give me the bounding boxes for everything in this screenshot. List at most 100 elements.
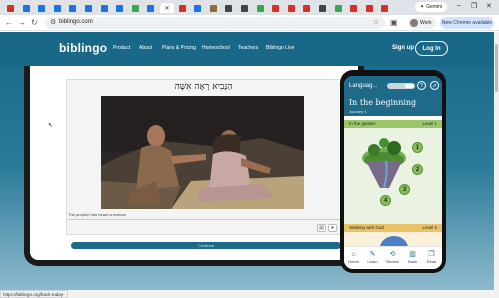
tab-favicon-icon xyxy=(381,4,389,12)
nav-review[interactable]: ⟲ Review xyxy=(383,250,402,264)
tab-favicon-icon xyxy=(22,4,30,12)
tab-favicon-icon xyxy=(178,4,186,12)
journey-title: In the beginning xyxy=(349,98,417,107)
image-caption: The prophet has heard a woman. xyxy=(68,212,127,217)
language-toggle[interactable] xyxy=(387,83,415,89)
unit-level: Level 2 xyxy=(422,225,437,230)
browser-tab[interactable] xyxy=(347,3,360,13)
tab-favicon-icon xyxy=(7,4,14,12)
browser-tab[interactable] xyxy=(191,3,204,13)
close-tab-icon[interactable]: ✕ xyxy=(164,5,169,12)
unit-header[interactable]: Walking with God Level 2 xyxy=(344,224,442,232)
browser-tab[interactable] xyxy=(4,3,17,13)
browser-tab[interactable] xyxy=(254,3,267,13)
tab-favicon-icon xyxy=(350,4,358,12)
gemini-button[interactable]: ✦ Gemini xyxy=(415,2,447,12)
browser-tab[interactable] xyxy=(269,3,282,13)
browser-tab[interactable] xyxy=(363,3,376,13)
tab-favicon-icon xyxy=(334,4,342,12)
tab-favicon-icon xyxy=(147,4,155,12)
tab-favicon-icon xyxy=(225,4,233,12)
restore-icon[interactable]: ❐ xyxy=(471,2,477,10)
continue-button[interactable]: Continue xyxy=(71,242,341,249)
nav-homeschool[interactable]: Homeschool xyxy=(202,45,230,51)
bookmark-star-icon[interactable]: ☆ xyxy=(373,18,379,26)
close-window-icon[interactable]: ✕ xyxy=(486,2,492,10)
audio-icon[interactable]: ▤ xyxy=(317,224,326,232)
nav-biblingo-live[interactable]: Biblingo Live xyxy=(266,45,294,51)
site-logo[interactable]: biblingo xyxy=(59,41,107,55)
status-bar-url: https://biblingo.org/back-today-lo xyxy=(0,290,68,298)
tab-favicon-icon xyxy=(38,4,46,12)
lesson-node-2[interactable]: 2 xyxy=(412,164,423,175)
gemini-icon: ✦ xyxy=(419,4,425,10)
back-icon[interactable]: ← xyxy=(5,18,13,28)
browser-tab[interactable] xyxy=(98,3,111,13)
browser-tab[interactable] xyxy=(285,3,298,13)
horizontal-scrollbar[interactable] xyxy=(0,290,494,298)
browser-tab[interactable] xyxy=(51,3,64,13)
share-icon[interactable]: ⇗ xyxy=(430,81,439,90)
nav-bank[interactable]: ▥ Bank xyxy=(403,250,422,264)
tab-favicon-icon xyxy=(272,4,280,12)
site-header: biblingo Product About Plans & Pricing H… xyxy=(0,32,494,66)
lesson-node-3[interactable]: 3 xyxy=(399,184,410,195)
nav-learn[interactable]: ✎ Learn xyxy=(363,250,382,264)
profile-button[interactable]: Work xyxy=(408,17,436,29)
bank-icon: ▥ xyxy=(409,251,416,258)
read-icon: ❐ xyxy=(428,251,435,258)
tab-favicon-icon xyxy=(287,4,295,12)
browser-tab[interactable] xyxy=(332,3,345,13)
lesson-node-1[interactable]: 1 xyxy=(412,142,423,153)
divider xyxy=(66,219,341,220)
send-icon[interactable]: ➤ xyxy=(328,224,337,232)
browser-tab[interactable] xyxy=(20,3,33,13)
nav-plans-pricing[interactable]: Plans & Pricing xyxy=(162,45,196,51)
address-bar[interactable]: ⚙ biblingo.com ☆ xyxy=(45,17,385,29)
new-chrome-available-button[interactable]: New Chrome available xyxy=(440,17,494,29)
browser-tab[interactable] xyxy=(207,3,220,13)
lesson-node-4[interactable]: 4 xyxy=(380,195,391,206)
nav-read[interactable]: ❐ Read xyxy=(422,250,441,264)
browser-tab[interactable] xyxy=(222,3,235,13)
site-info-icon[interactable]: ⚙ xyxy=(50,18,56,26)
nav-product[interactable]: Product xyxy=(113,45,130,51)
browser-tab[interactable] xyxy=(316,3,329,13)
tab-favicon-icon xyxy=(100,4,108,12)
sign-up-link[interactable]: Sign up xyxy=(392,45,414,51)
browser-tab[interactable] xyxy=(238,3,251,13)
forward-icon[interactable]: → xyxy=(18,18,26,28)
browser-tab[interactable] xyxy=(35,3,48,13)
unit-label: Walking with God xyxy=(349,225,384,230)
browser-tab[interactable] xyxy=(144,3,157,13)
vertical-scrollbar[interactable] xyxy=(494,32,499,298)
phone-screen: Languag... ? ⇗ In the beginning Journey … xyxy=(344,76,442,269)
help-icon[interactable]: ? xyxy=(417,81,426,90)
language-label: Languag... xyxy=(349,83,378,89)
learn-icon: ✎ xyxy=(369,251,376,258)
browser-tab[interactable] xyxy=(300,3,313,13)
phone-bottom-nav: ⌂ Home ✎ Learn ⟲ Review ▥ Bank ❐ Read xyxy=(344,246,442,269)
log-in-button[interactable]: Log In xyxy=(415,41,448,56)
browser-tab[interactable] xyxy=(129,3,142,13)
profile-label: Work xyxy=(420,20,432,26)
browser-tab[interactable] xyxy=(82,3,95,13)
unit-map xyxy=(344,232,442,260)
browser-tab[interactable]: ✕ xyxy=(160,3,174,13)
avatar xyxy=(410,19,418,27)
phone-header: Languag... ? ⇗ In the beginning Journey … xyxy=(344,76,442,116)
unit-map xyxy=(344,128,442,224)
unit-header[interactable]: In the garden Level 1 xyxy=(344,120,442,128)
browser-tab[interactable] xyxy=(176,3,189,13)
reload-icon[interactable]: ↻ xyxy=(31,18,38,28)
browser-tab[interactable] xyxy=(378,3,391,13)
url-text[interactable]: biblingo.com xyxy=(59,19,93,25)
minimize-icon[interactable]: – xyxy=(457,2,461,9)
tab-favicon-icon xyxy=(209,4,217,12)
browser-tab[interactable] xyxy=(113,3,126,13)
nav-about[interactable]: About xyxy=(139,45,152,51)
nav-teachers[interactable]: Teachers xyxy=(238,45,258,51)
nav-home[interactable]: ⌂ Home xyxy=(344,250,363,264)
side-panel-icon[interactable]: ▣ xyxy=(390,18,398,28)
browser-tab[interactable] xyxy=(66,3,79,13)
